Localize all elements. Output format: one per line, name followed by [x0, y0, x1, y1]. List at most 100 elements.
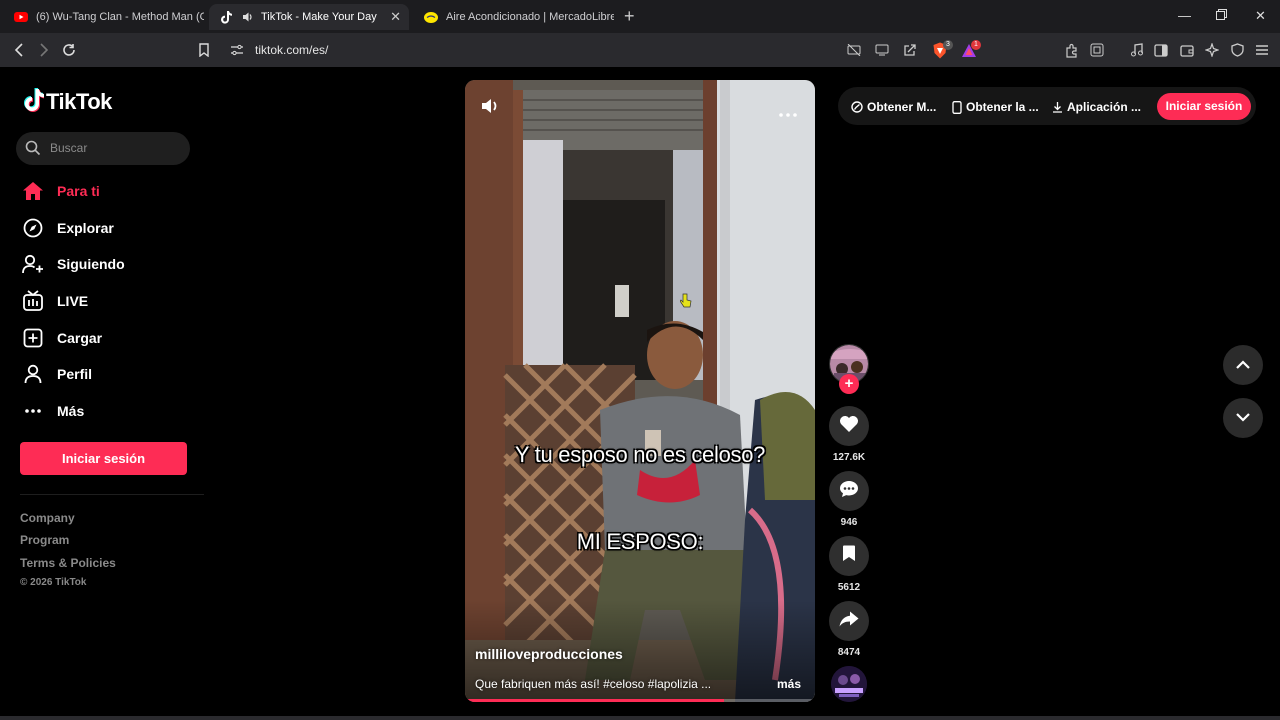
chevron-up-icon [1236, 356, 1250, 374]
get-coins-link[interactable]: Obtener M... [851, 100, 936, 114]
sidebar-item-perfil[interactable]: Perfil [20, 359, 92, 389]
sidebar-item-mas[interactable]: Más [20, 396, 84, 426]
share-button[interactable] [829, 601, 869, 641]
media-off-icon[interactable] [845, 41, 863, 59]
follow-plus-button[interactable]: + [839, 374, 859, 394]
previous-video-button[interactable] [1223, 345, 1263, 385]
sidebar-item-siguiendo[interactable]: Siguiendo [20, 249, 125, 279]
upload-icon [20, 326, 46, 350]
reload-icon[interactable] [60, 41, 78, 59]
menu-icon[interactable] [1253, 41, 1271, 59]
video-player[interactable]: Y tu esposo no es celoso? MI ESPOSO: mil… [465, 80, 815, 702]
desktop-app-label: Aplicación ... [1067, 100, 1142, 114]
new-tab-button[interactable]: + [624, 6, 635, 27]
brave-badge: 3 [943, 40, 953, 50]
tab-title: (6) Wu-Tang Clan - Method Man (Offi [36, 11, 204, 23]
phone-icon [952, 100, 962, 114]
browser-toolbar: tiktok.com/es/ 3 1 [0, 33, 1280, 67]
window-bottom-edge [0, 716, 1280, 720]
leo-ai-icon[interactable] [1203, 41, 1221, 59]
comment-count: 946 [840, 517, 858, 528]
speaker-icon[interactable] [241, 10, 255, 24]
top-login-button[interactable]: Iniciar sesión [1157, 93, 1251, 120]
extensions-icon[interactable] [1063, 41, 1081, 59]
like-button[interactable] [829, 406, 869, 446]
extension-box-icon[interactable] [1088, 41, 1106, 59]
compass-icon [20, 216, 46, 240]
heart-icon [839, 415, 859, 438]
sidebar-item-label: LIVE [57, 293, 89, 309]
wallet-icon[interactable] [1178, 41, 1196, 59]
music-disc[interactable] [831, 666, 867, 702]
tab-youtube[interactable]: (6) Wu-Tang Clan - Method Man (Offi [4, 4, 204, 30]
minimize-icon[interactable]: — [1178, 8, 1191, 23]
sidebar-login-button[interactable]: Iniciar sesión [20, 442, 187, 475]
hand-cursor-icon [679, 293, 692, 314]
tab-title: TikTok - Make Your Day [261, 11, 377, 23]
sidebar-icon[interactable] [1152, 41, 1170, 59]
profile-icon [20, 362, 46, 386]
sidebar-item-label: Más [57, 403, 85, 419]
tiktok-logo[interactable]: TikTok [22, 88, 112, 116]
get-app-label: Obtener la ... [966, 100, 1039, 114]
video-more-link[interactable]: más [777, 677, 801, 691]
footer-link-terms[interactable]: Terms & Policies [20, 556, 116, 570]
desktop-app-link[interactable]: Aplicación ... [1052, 100, 1141, 114]
video-description: Que fabriquen más así! #celoso #lapolizi… [475, 677, 712, 691]
bookmark-icon [842, 545, 856, 567]
maximize-icon[interactable] [1216, 8, 1227, 23]
share-count: 8474 [837, 647, 861, 658]
video-options-icon[interactable] [779, 104, 797, 122]
home-icon [20, 179, 46, 203]
save-button[interactable] [829, 536, 869, 576]
sidebar-item-live[interactable]: LIVE [20, 286, 88, 316]
search-input[interactable]: Buscar [50, 141, 87, 155]
footer-link-company[interactable]: Company [20, 511, 75, 525]
site-settings-icon[interactable] [228, 41, 246, 59]
download-icon [1052, 101, 1063, 113]
back-icon[interactable] [10, 41, 28, 59]
share-icon[interactable] [901, 41, 919, 59]
rewards-badge: 1 [971, 40, 981, 50]
video-author[interactable]: milliloveproducciones [475, 646, 623, 662]
sidebar-item-label: Cargar [57, 330, 103, 346]
tiktok-logo-text: TikTok [46, 89, 112, 114]
sidebar-item-label: Siguiendo [57, 256, 125, 272]
sidebar-item-para-ti[interactable]: Para ti [20, 176, 100, 206]
footer-link-program[interactable]: Program [20, 533, 69, 547]
sidebar-item-cargar[interactable]: Cargar [20, 323, 102, 353]
video-frame [465, 80, 815, 702]
music-note-icon[interactable] [1128, 41, 1146, 59]
sidebar-item-explorar[interactable]: Explorar [20, 213, 114, 243]
bookmark-icon[interactable] [195, 41, 213, 59]
more-icon [20, 399, 46, 423]
comment-button[interactable] [829, 471, 869, 511]
search-box[interactable]: Buscar [16, 132, 190, 165]
tiktok-logo-icon [22, 88, 45, 116]
tab-title: Aire Acondicionado | MercadoLibre [446, 11, 614, 23]
cast-icon[interactable] [873, 41, 891, 59]
search-icon [25, 140, 41, 161]
video-progress-bar[interactable] [465, 699, 815, 702]
video-progress-fill [465, 699, 724, 702]
get-app-link[interactable]: Obtener la ... [952, 100, 1039, 114]
get-coins-label: Obtener M... [867, 100, 937, 114]
tab-tiktok[interactable]: TikTok - Make Your Day ✕ [209, 4, 409, 30]
share-arrow-icon [839, 611, 859, 632]
tab-mercadolibre[interactable]: Aire Acondicionado | MercadoLibre [414, 4, 614, 30]
volume-icon[interactable] [481, 98, 499, 119]
mercadolibre-icon [424, 10, 438, 24]
vpn-shield-icon[interactable] [1228, 41, 1246, 59]
forward-icon[interactable] [35, 41, 53, 59]
sidebar-item-label: Perfil [57, 366, 93, 382]
like-count: 127.6K [832, 452, 866, 463]
save-count: 5612 [837, 582, 861, 593]
next-video-button[interactable] [1223, 398, 1263, 438]
close-tab-icon[interactable]: ✕ [390, 9, 401, 25]
close-window-icon[interactable]: ✕ [1255, 8, 1266, 24]
chevron-down-icon [1236, 409, 1250, 427]
comment-icon [839, 480, 859, 503]
browser-tab-bar: (6) Wu-Tang Clan - Method Man (Offi TikT… [0, 0, 1280, 33]
video-caption-top: Y tu esposo no es celoso? [514, 442, 766, 467]
coin-icon [851, 101, 863, 113]
